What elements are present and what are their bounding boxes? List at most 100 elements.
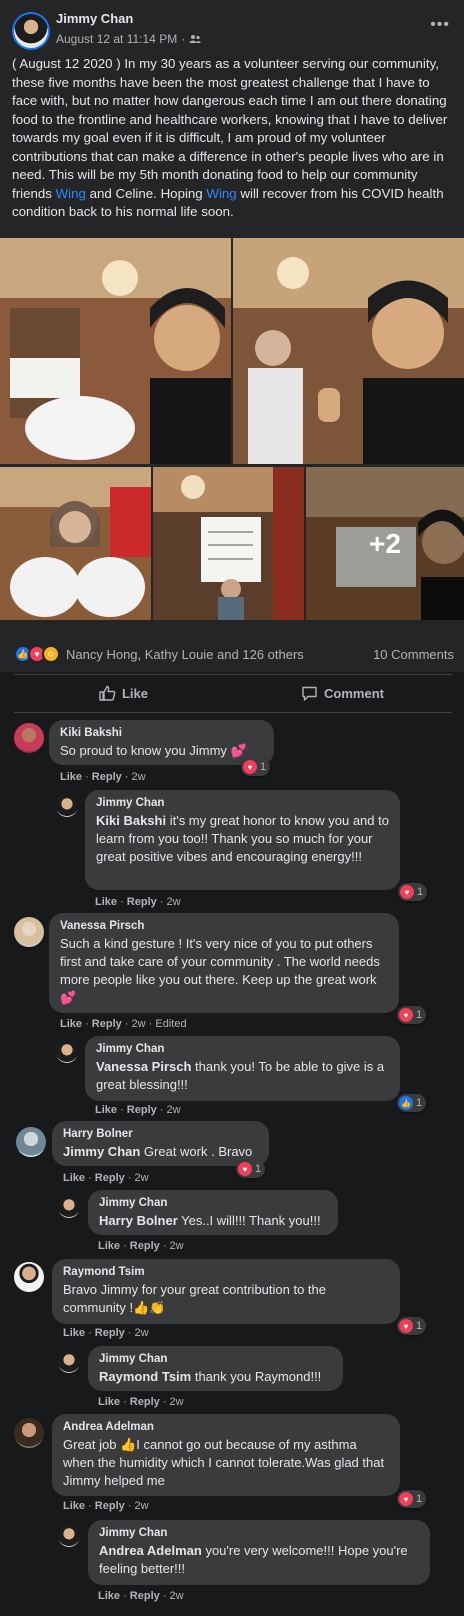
- replier-avatar[interactable]: [58, 1351, 80, 1373]
- reply-reply-link[interactable]: Reply: [127, 896, 157, 908]
- more-options-icon[interactable]: •••: [430, 16, 450, 34]
- post-card: Jimmy Chan August 12 at 11:14 PM · ••• (…: [0, 0, 464, 672]
- post-photo-1[interactable]: [0, 238, 231, 464]
- comment-like-link[interactable]: Like: [60, 771, 82, 783]
- comment-reply-link[interactable]: Reply: [92, 1018, 122, 1030]
- tag-wing-link-2[interactable]: Wing: [206, 186, 236, 201]
- comment-bubble: Raymond Tsim Bravo Jimmy for your great …: [52, 1259, 400, 1324]
- reply-like-link[interactable]: Like: [98, 1396, 120, 1408]
- tagged-user[interactable]: Kiki Bakshi: [96, 813, 166, 828]
- reply-time[interactable]: 2w: [167, 1104, 181, 1116]
- comment-reaction-badge[interactable]: ♥ 1: [397, 1490, 427, 1508]
- commenter-avatar[interactable]: [14, 1418, 44, 1448]
- comment-reply-link[interactable]: Reply: [92, 771, 122, 783]
- tagged-user[interactable]: Raymond Tsim: [99, 1369, 191, 1384]
- comment-reply-link[interactable]: Reply: [95, 1500, 125, 1512]
- replier-name[interactable]: Jimmy Chan: [99, 1527, 419, 1539]
- tagged-user[interactable]: Andrea Adelman: [99, 1543, 202, 1558]
- replier-avatar[interactable]: [56, 1041, 78, 1063]
- replier-avatar[interactable]: [58, 1196, 80, 1218]
- tagged-user[interactable]: Jimmy Chan: [63, 1144, 140, 1159]
- commenter-name[interactable]: Andrea Adelman: [63, 1421, 389, 1433]
- reply-time[interactable]: 2w: [167, 896, 181, 908]
- post-photo-2[interactable]: [233, 238, 464, 464]
- reply-reply-link[interactable]: Reply: [130, 1590, 160, 1602]
- reply-time[interactable]: 2w: [170, 1396, 184, 1408]
- replier-name[interactable]: Jimmy Chan: [96, 797, 389, 809]
- author-name[interactable]: Jimmy Chan: [56, 11, 133, 26]
- reply-bubble: Jimmy Chan Raymond Tsim thank you Raymon…: [88, 1346, 343, 1391]
- comment-button[interactable]: Comment: [233, 676, 452, 710]
- comment-time[interactable]: 2w: [132, 771, 146, 783]
- post-text: ( August 12 2020 ) In my 30 years as a v…: [12, 56, 448, 219]
- comment-bubble: Kiki Bakshi So proud to know you Jimmy 💕: [49, 720, 274, 765]
- comment-reply-link[interactable]: Reply: [95, 1172, 125, 1184]
- replier-avatar[interactable]: [58, 1525, 80, 1547]
- comment-reaction-badge[interactable]: ♥ 1: [241, 758, 271, 776]
- comment-bubble: Andrea Adelman Great job 👍I cannot go ou…: [52, 1414, 400, 1496]
- comment-actions: Like · Reply · 2w: [60, 771, 146, 783]
- replier-name[interactable]: Jimmy Chan: [99, 1353, 332, 1365]
- commenter-name[interactable]: Vanessa Pirsch: [60, 920, 388, 932]
- post-photo-4[interactable]: [153, 467, 304, 620]
- comment-reaction-badge[interactable]: ♥ 1: [398, 883, 428, 901]
- reply-actions: Like · Reply · 2w: [95, 896, 181, 908]
- tagged-user[interactable]: Harry Bolner: [99, 1213, 178, 1228]
- commenter-avatar[interactable]: [14, 723, 44, 753]
- love-reaction-icon: ♥: [399, 1492, 413, 1506]
- love-reaction-icon: ♥: [399, 1319, 413, 1333]
- reply-reply-link[interactable]: Reply: [130, 1396, 160, 1408]
- commenter-avatar[interactable]: [14, 917, 44, 947]
- like-button[interactable]: Like: [14, 676, 233, 710]
- commenter-avatar[interactable]: [16, 1127, 46, 1157]
- comment-time[interactable]: 2w: [135, 1172, 149, 1184]
- comment-reaction-badge[interactable]: 👍 1: [397, 1094, 427, 1112]
- comment-like-link[interactable]: Like: [63, 1327, 85, 1339]
- like-reaction-icon: 👍: [399, 1096, 413, 1110]
- reactions-row: 👍 ♥ ☺ Nancy Hong, Kathy Louie and 126 ot…: [14, 644, 454, 664]
- comment-text: So proud to know you Jimmy 💕: [60, 743, 247, 758]
- tag-wing-link[interactable]: Wing: [56, 186, 86, 201]
- reply-reply-link[interactable]: Reply: [130, 1240, 160, 1252]
- comment-reply-link[interactable]: Reply: [95, 1327, 125, 1339]
- comment-like-link[interactable]: Like: [63, 1172, 85, 1184]
- post-photo-3[interactable]: [0, 467, 151, 620]
- comment-time[interactable]: 2w: [135, 1327, 149, 1339]
- comment-time[interactable]: 2w: [135, 1500, 149, 1512]
- more-photos-count[interactable]: +2: [306, 467, 464, 620]
- comment-time[interactable]: 2w: [132, 1018, 146, 1030]
- post-photo-5[interactable]: +2: [306, 467, 464, 620]
- comments-count[interactable]: 10 Comments: [373, 647, 454, 662]
- reply-like-link[interactable]: Like: [98, 1240, 120, 1252]
- reply-reply-link[interactable]: Reply: [127, 1104, 157, 1116]
- commenter-avatar[interactable]: [14, 1262, 44, 1292]
- author-avatar[interactable]: [12, 12, 50, 50]
- comment-like-link[interactable]: Like: [60, 1018, 82, 1030]
- replier-name[interactable]: Jimmy Chan: [99, 1197, 327, 1209]
- replier-name[interactable]: Jimmy Chan: [96, 1043, 389, 1055]
- reactors-summary[interactable]: Nancy Hong, Kathy Louie and 126 others: [66, 647, 304, 662]
- comment-actions: Like · Reply · 2w: [63, 1172, 149, 1184]
- thumbs-up-icon: [99, 685, 116, 701]
- replier-avatar[interactable]: [56, 795, 78, 817]
- commenter-name[interactable]: Harry Bolner: [63, 1128, 258, 1140]
- reply-actions: Like · Reply · 2w: [95, 1104, 181, 1116]
- post-meta: August 12 at 11:14 PM ·: [56, 32, 202, 46]
- comment-text: Great job 👍I cannot go out because of my…: [63, 1437, 385, 1488]
- comment-reaction-badge[interactable]: ♥ 1: [397, 1006, 427, 1024]
- post-timestamp[interactable]: August 12 at 11:14 PM: [56, 32, 177, 46]
- reaction-icons[interactable]: 👍 ♥ ☺: [14, 645, 60, 663]
- reply-time[interactable]: 2w: [170, 1240, 184, 1252]
- comment-like-link[interactable]: Like: [63, 1500, 85, 1512]
- commenter-name[interactable]: Raymond Tsim: [63, 1266, 389, 1278]
- reply-like-link[interactable]: Like: [98, 1590, 120, 1602]
- reply-time[interactable]: 2w: [170, 1590, 184, 1602]
- reply-like-link[interactable]: Like: [95, 1104, 117, 1116]
- comment-reaction-badge[interactable]: ♥ 1: [236, 1160, 266, 1178]
- comment-reaction-badge[interactable]: ♥ 1: [397, 1317, 427, 1335]
- reply-like-link[interactable]: Like: [95, 896, 117, 908]
- commenter-name[interactable]: Kiki Bakshi: [60, 727, 263, 739]
- post-header: Jimmy Chan August 12 at 11:14 PM · •••: [8, 8, 456, 50]
- edited-label[interactable]: Edited: [155, 1018, 186, 1030]
- tagged-user[interactable]: Vanessa Pirsch: [96, 1059, 191, 1074]
